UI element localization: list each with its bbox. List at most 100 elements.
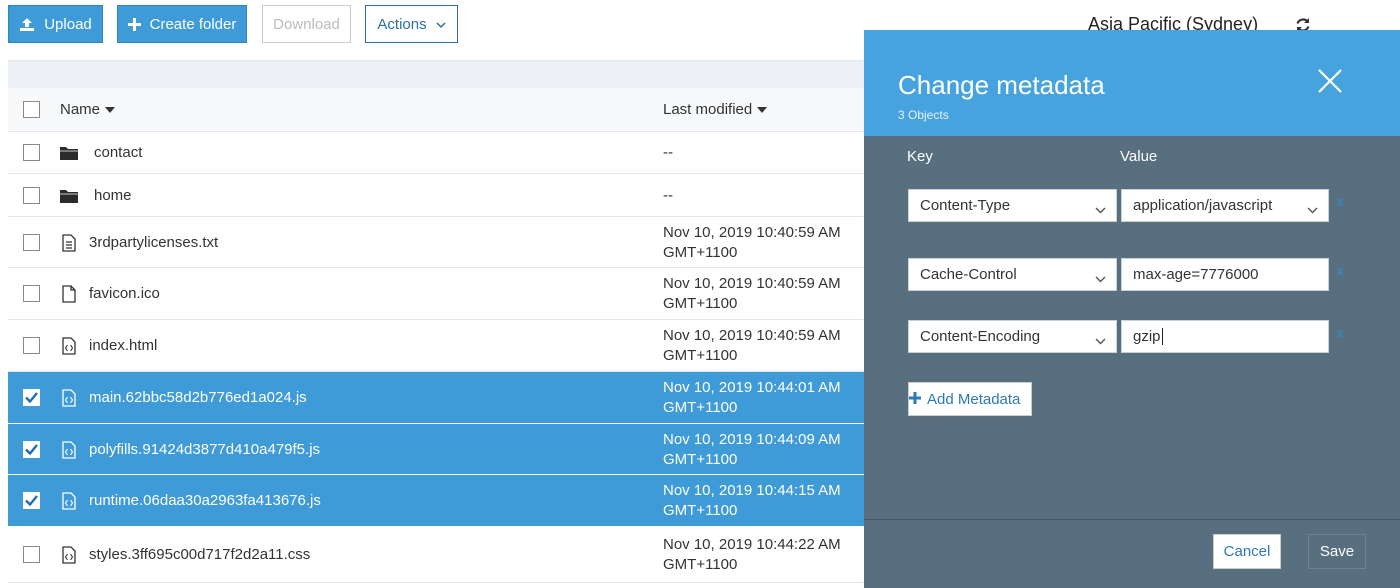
actions-label: Actions (377, 15, 427, 33)
modified-date: Nov 10, 2019 10:40:59 AM (663, 327, 841, 344)
file-name[interactable]: styles.3ff695c00d717f2d2a11.css (89, 546, 310, 563)
modified-date: Nov 10, 2019 10:40:59 AM (663, 275, 841, 292)
add-metadata-button[interactable]: Add Metadata (908, 382, 1032, 416)
metadata-key-value: Content-Encoding (920, 328, 1041, 345)
metadata-key-select[interactable]: Cache-Control (908, 258, 1117, 291)
row-checkbox[interactable] (23, 187, 40, 204)
table-row[interactable]: runtime.06daa30a2963fa413676.js Nov 10, 2… (8, 475, 864, 527)
row-checkbox[interactable] (23, 337, 40, 354)
code-file-icon (62, 492, 76, 510)
metadata-value-select[interactable]: application/javascript (1121, 189, 1329, 222)
last-modified-cell: -- (663, 186, 673, 206)
modified-date: Nov 10, 2019 10:44:09 AM (663, 431, 841, 448)
metadata-key-value: Cache-Control (920, 266, 1017, 283)
modified-date: Nov 10, 2019 10:44:22 AM (663, 536, 841, 553)
table-toolbar-strip (8, 60, 864, 88)
last-modified-cell: Nov 10, 2019 10:44:22 AM GMT+1100 (663, 535, 841, 575)
metadata-value-input[interactable]: max-age=7776000 (1121, 258, 1329, 291)
modified-date: Nov 10, 2019 10:44:01 AM (663, 379, 841, 396)
modified-timezone: GMT+1100 (663, 556, 738, 573)
modified-timezone: GMT+1100 (663, 347, 738, 364)
plus-icon (909, 391, 921, 408)
modified-header-label: Last modified (663, 101, 753, 118)
file-name[interactable]: favicon.ico (89, 285, 160, 302)
download-button[interactable]: Download (262, 5, 351, 43)
modified-date: -- (663, 187, 673, 204)
code-file-icon (62, 389, 76, 407)
metadata-key-value: Content-Type (920, 197, 1011, 214)
cancel-button[interactable]: Cancel (1213, 534, 1281, 569)
panel-title: Change metadata (898, 70, 1105, 100)
table-row[interactable]: main.62bbc58d2b776ed1a024.js Nov 10, 2019… (8, 372, 864, 424)
last-modified-cell: -- (663, 143, 673, 163)
sort-caret-icon (757, 106, 768, 113)
last-modified-cell: Nov 10, 2019 10:40:59 AM GMT+1100 (663, 274, 841, 314)
actions-dropdown[interactable]: Actions (365, 5, 458, 43)
row-checkbox[interactable] (23, 144, 40, 161)
metadata-value-text: max-age=7776000 (1133, 266, 1259, 283)
last-modified-cell: Nov 10, 2019 10:44:09 AM GMT+1100 (663, 430, 841, 470)
metadata-value-input[interactable]: gzip (1121, 320, 1329, 353)
modified-date: Nov 10, 2019 10:40:59 AM (663, 224, 841, 241)
text-cursor (1161, 328, 1163, 345)
add-metadata-label: Add Metadata (927, 390, 1021, 408)
remove-entry-button[interactable]: x (1337, 325, 1344, 340)
modified-timezone: GMT+1100 (663, 244, 738, 261)
last-modified-cell: Nov 10, 2019 10:40:59 AM GMT+1100 (663, 223, 841, 263)
modified-date: Nov 10, 2019 10:44:15 AM (663, 482, 841, 499)
panel-header: Change metadata 3 Objects (864, 30, 1400, 136)
file-name[interactable]: 3rdpartylicenses.txt (89, 234, 218, 251)
row-checkbox[interactable] (23, 389, 40, 406)
folder-icon (60, 146, 78, 160)
chevron-down-icon (436, 16, 446, 33)
row-checkbox[interactable] (23, 492, 40, 509)
table-row[interactable]: home -- (8, 174, 864, 217)
chevron-down-icon (1307, 201, 1318, 218)
value-column-label: Value (1120, 148, 1158, 165)
row-checkbox[interactable] (23, 546, 40, 563)
create-folder-button[interactable]: Create folder (117, 5, 247, 43)
save-button[interactable]: Save (1308, 534, 1366, 569)
table-row[interactable]: styles.3ff695c00d717f2d2a11.css Nov 10, 2… (8, 527, 864, 583)
file-icon (62, 285, 76, 303)
code-file-icon (62, 441, 76, 459)
modified-timezone: GMT+1100 (663, 399, 738, 416)
upload-button[interactable]: Upload (8, 5, 103, 43)
last-modified-column-header[interactable]: Last modified (663, 101, 768, 118)
file-name[interactable]: home (94, 187, 132, 204)
chevron-down-icon (1095, 270, 1106, 287)
row-checkbox[interactable] (23, 234, 40, 251)
table-row[interactable]: 3rdpartylicenses.txt Nov 10, 2019 10:40:5… (8, 217, 864, 268)
file-name[interactable]: main.62bbc58d2b776ed1a024.js (89, 389, 307, 406)
remove-entry-button[interactable]: x (1337, 194, 1344, 209)
upload-label: Upload (44, 15, 92, 33)
metadata-key-select[interactable]: Content-Type (908, 189, 1117, 222)
plus-icon (127, 17, 141, 31)
modified-date: -- (663, 144, 673, 161)
modified-timezone: GMT+1100 (663, 295, 738, 312)
metadata-value-text: application/javascript (1133, 197, 1273, 214)
name-column-header[interactable]: Name (60, 101, 116, 118)
remove-entry-button[interactable]: x (1337, 263, 1344, 278)
last-modified-cell: Nov 10, 2019 10:40:59 AM GMT+1100 (663, 326, 841, 366)
table-row[interactable]: index.html Nov 10, 2019 10:40:59 AM GMT+11… (8, 320, 864, 372)
select-all-checkbox[interactable] (23, 101, 40, 118)
close-icon[interactable] (1317, 68, 1343, 99)
file-name[interactable]: index.html (89, 337, 157, 354)
folder-icon (60, 189, 78, 203)
chevron-down-icon (1095, 201, 1106, 218)
file-name[interactable]: runtime.06daa30a2963fa413676.js (89, 492, 321, 509)
last-modified-cell: Nov 10, 2019 10:44:01 AM GMT+1100 (663, 378, 841, 418)
row-checkbox[interactable] (23, 441, 40, 458)
file-name[interactable]: polyfills.91424d3877d410a479f5.js (89, 441, 320, 458)
panel-subtitle: 3 Objects (898, 108, 949, 122)
file-name[interactable]: contact (94, 144, 142, 161)
table-row[interactable]: polyfills.91424d3877d410a479f5.js Nov 10,… (8, 424, 864, 475)
table-row[interactable]: contact -- (8, 132, 864, 174)
row-checkbox[interactable] (23, 285, 40, 302)
table-row[interactable]: favicon.ico Nov 10, 2019 10:40:59 AM GMT+1… (8, 268, 864, 320)
download-label: Download (273, 15, 340, 33)
metadata-key-select[interactable]: Content-Encoding (908, 320, 1117, 353)
code-file-icon (62, 546, 76, 564)
create-folder-label: Create folder (149, 15, 237, 33)
